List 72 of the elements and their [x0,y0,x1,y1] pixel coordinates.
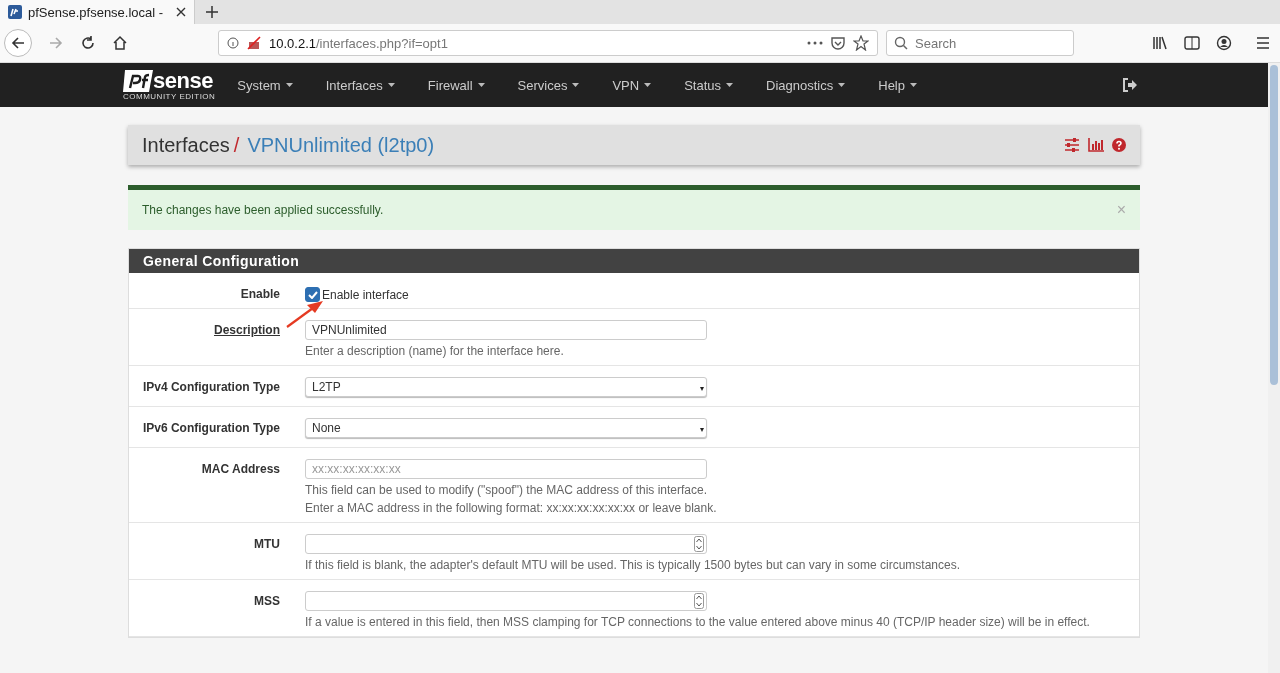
field-label: MTU [254,537,280,551]
library-icon[interactable] [1152,36,1168,50]
checkbox-label: Enable interface [322,287,409,302]
pocket-icon[interactable] [831,36,845,50]
logo-mark-icon [123,69,153,92]
select-field[interactable]: L2TP [305,377,707,397]
help-text: Enter a description (name) for the interface here. [305,343,565,359]
logo-text: sense [153,69,213,92]
field-label: IPv6 Configuration Type [142,421,280,435]
sidebar-icon[interactable] [1184,36,1200,50]
star-icon[interactable] [853,35,869,51]
nav-menu-item[interactable]: Services [517,77,580,93]
help-text: If a value is entered in this field, then MSS clamping for TCP connections to the value entered above minus 40 (TCP/IP header size) will be in effect. [305,614,1091,630]
caret-icon [387,83,395,87]
input-field[interactable]: xx:xx:xx:xx:xx:xx [305,459,707,479]
nav-menu-item[interactable]: Interfaces [325,77,395,93]
help-text: Enter a MAC address in the following format: xx:xx:xx:xx:xx:xx or leave blank. [305,500,718,516]
close-icon[interactable] [176,7,186,17]
new-tab-icon[interactable] [205,5,219,19]
caret-icon [910,83,917,87]
sliders-icon[interactable] [1064,138,1080,152]
caret-icon [477,83,485,87]
address-bar[interactable]: 10.0.2.1/interfaces.php?if=opt1 [218,30,878,56]
checkbox[interactable] [305,287,320,302]
back-button[interactable] [4,29,32,57]
back-icon [10,35,26,51]
logout-icon[interactable] [1122,78,1138,92]
caret-icon [726,83,734,87]
spinner-icon[interactable] [694,593,704,609]
caret-icon [285,83,293,87]
pfsense-favicon-icon [8,5,22,19]
input-field[interactable]: VPNUnlimited [305,320,707,340]
caret-icon [572,83,580,87]
tab-title: pfSense.pfsense.local - [28,4,165,20]
panel-header: General Configuration [129,249,1139,273]
number-field[interactable] [305,534,707,554]
search-field[interactable]: Search [886,30,1074,56]
nav-menu-item[interactable]: Firewall [427,77,485,93]
spinner-icon[interactable] [694,536,704,552]
field-label: IPv4 Configuration Type [142,380,280,394]
caret-icon [838,83,846,87]
nav-menu-item[interactable]: VPN [612,77,652,93]
reload-icon[interactable] [80,35,96,51]
select-field[interactable]: None [305,418,707,438]
help-text: If this field is blank, the adapter's default MTU will be used. This is typically 1500 bytes but can vary in some circumstances. [305,557,962,573]
account-icon[interactable] [1216,35,1232,51]
url-text: 10.0.2.1/interfaces.php?if=opt1 [269,35,448,51]
insecure-lock-icon [247,36,261,50]
search-icon [894,36,908,50]
info-icon [227,37,239,49]
nav-menu-item[interactable]: Diagnostics [766,77,846,93]
alert-message: The changes have been applied successfully. [142,203,385,217]
help-text: This field can be used to modify ("spoof") the MAC address of this interface. [305,482,709,498]
field-label: Description [214,323,280,337]
scrollbar-thumb[interactable] [1270,65,1278,385]
nav-menu-item[interactable]: Status [684,77,734,93]
more-icon[interactable] [807,41,823,45]
breadcrumb-separator: / [233,133,240,157]
field-label: Enable [240,287,280,301]
help-icon[interactable] [1112,138,1126,152]
field-label: MAC Address [201,462,280,476]
nav-menu-item[interactable]: System [237,77,293,93]
home-icon[interactable] [112,35,128,51]
field-label: MSS [254,594,280,608]
logo-subtitle: COMMUNITY EDITION [123,91,216,101]
breadcrumb-section: Interfaces [142,133,230,157]
caret-icon [644,83,652,87]
menu-icon[interactable] [1256,37,1270,49]
bar-chart-icon[interactable] [1088,138,1104,152]
number-field[interactable] [305,591,707,611]
browser-tab[interactable]: pfSense.pfsense.local - [0,0,195,24]
nav-menu-item[interactable]: Help [878,77,917,93]
